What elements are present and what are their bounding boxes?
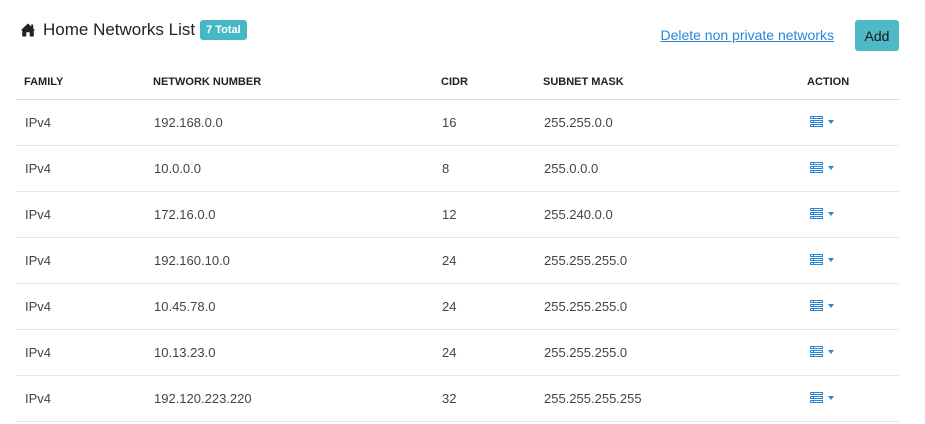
page: Home Networks List 7 Total Delete non pr… (0, 0, 925, 424)
cell-network-number: 172.16.0.0 (145, 191, 433, 238)
cell-cidr: 16 (433, 99, 535, 146)
cell-network-number: 10.0.0.0 (145, 145, 433, 192)
total-count-badge: 7 Total (200, 20, 247, 40)
cell-network-number: 192.168.0.0 (145, 99, 433, 146)
row-action-dropdown[interactable] (810, 116, 834, 127)
row-action-dropdown[interactable] (810, 346, 834, 357)
column-header-cidr: CIDR (433, 64, 535, 100)
cell-family: IPv4 (16, 145, 145, 192)
table-row: IPv4 192.120.223.220 32 255.255.255.255 (16, 375, 899, 422)
table-row: IPv4 10.45.78.0 24 255.255.255.0 (16, 283, 899, 330)
row-action-dropdown[interactable] (810, 162, 834, 173)
table-header-row: FAMILY NETWORK NUMBER CIDR SUBNET MASK A… (16, 64, 899, 100)
cell-subnet-mask: 255.255.255.0 (535, 283, 799, 330)
table-row: IPv4 192.160.10.0 24 255.255.255.0 (16, 237, 899, 284)
cell-subnet-mask: 255.0.0.0 (535, 145, 799, 192)
caret-down-icon (828, 349, 834, 354)
delete-non-private-networks-link[interactable]: Delete non private networks (660, 27, 834, 43)
list-icon (810, 392, 823, 403)
cell-family: IPv4 (16, 283, 145, 330)
cell-subnet-mask: 255.255.255.255 (535, 375, 799, 422)
list-icon (810, 162, 823, 173)
caret-down-icon (828, 119, 834, 124)
cell-network-number: 10.13.23.0 (145, 329, 433, 376)
caret-down-icon (828, 211, 834, 216)
cell-family: IPv4 (16, 237, 145, 284)
cell-action (799, 145, 899, 192)
networks-table: FAMILY NETWORK NUMBER CIDR SUBNET MASK A… (16, 64, 899, 422)
cell-family: IPv4 (16, 329, 145, 376)
column-header-subnet-mask: SUBNET MASK (535, 64, 799, 100)
page-title: Home Networks List (43, 20, 196, 39)
cell-action (799, 191, 899, 238)
table-body: IPv4 192.168.0.0 16 255.255.0.0 IPv4 10.0.0.0… (16, 99, 899, 422)
column-header-action: ACTION (799, 64, 899, 100)
cell-cidr: 24 (433, 237, 535, 284)
list-icon (810, 346, 823, 357)
add-button[interactable]: Add (855, 20, 899, 51)
list-icon (810, 116, 823, 127)
cell-family: IPv4 (16, 375, 145, 422)
cell-action (799, 99, 899, 146)
caret-down-icon (828, 395, 834, 400)
cell-subnet-mask: 255.240.0.0 (535, 191, 799, 238)
cell-action (799, 283, 899, 330)
row-action-dropdown[interactable] (810, 300, 834, 311)
caret-down-icon (828, 257, 834, 262)
cell-family: IPv4 (16, 191, 145, 238)
column-header-family: FAMILY (16, 64, 145, 100)
cell-network-number: 192.160.10.0 (145, 237, 433, 284)
home-icon (20, 23, 36, 37)
cell-action (799, 375, 899, 422)
column-header-network-number: NETWORK NUMBER (145, 64, 433, 100)
cell-cidr: 32 (433, 375, 535, 422)
cell-cidr: 24 (433, 283, 535, 330)
cell-cidr: 12 (433, 191, 535, 238)
caret-down-icon (828, 303, 834, 308)
page-header: Home Networks List 7 Total (20, 20, 247, 40)
list-icon (810, 300, 823, 311)
table-row: IPv4 10.0.0.0 8 255.0.0.0 (16, 145, 899, 192)
caret-down-icon (828, 165, 834, 170)
table-row: IPv4 10.13.23.0 24 255.255.255.0 (16, 329, 899, 376)
row-action-dropdown[interactable] (810, 392, 834, 403)
cell-cidr: 24 (433, 329, 535, 376)
table-row: IPv4 172.16.0.0 12 255.240.0.0 (16, 191, 899, 238)
cell-action (799, 329, 899, 376)
cell-subnet-mask: 255.255.0.0 (535, 99, 799, 146)
cell-cidr: 8 (433, 145, 535, 192)
row-action-dropdown[interactable] (810, 208, 834, 219)
list-icon (810, 254, 823, 265)
row-action-dropdown[interactable] (810, 254, 834, 265)
cell-subnet-mask: 255.255.255.0 (535, 237, 799, 284)
cell-network-number: 192.120.223.220 (145, 375, 433, 422)
table-row: IPv4 192.168.0.0 16 255.255.0.0 (16, 99, 899, 146)
cell-action (799, 237, 899, 284)
cell-network-number: 10.45.78.0 (145, 283, 433, 330)
cell-subnet-mask: 255.255.255.0 (535, 329, 799, 376)
list-icon (810, 208, 823, 219)
cell-family: IPv4 (16, 99, 145, 146)
